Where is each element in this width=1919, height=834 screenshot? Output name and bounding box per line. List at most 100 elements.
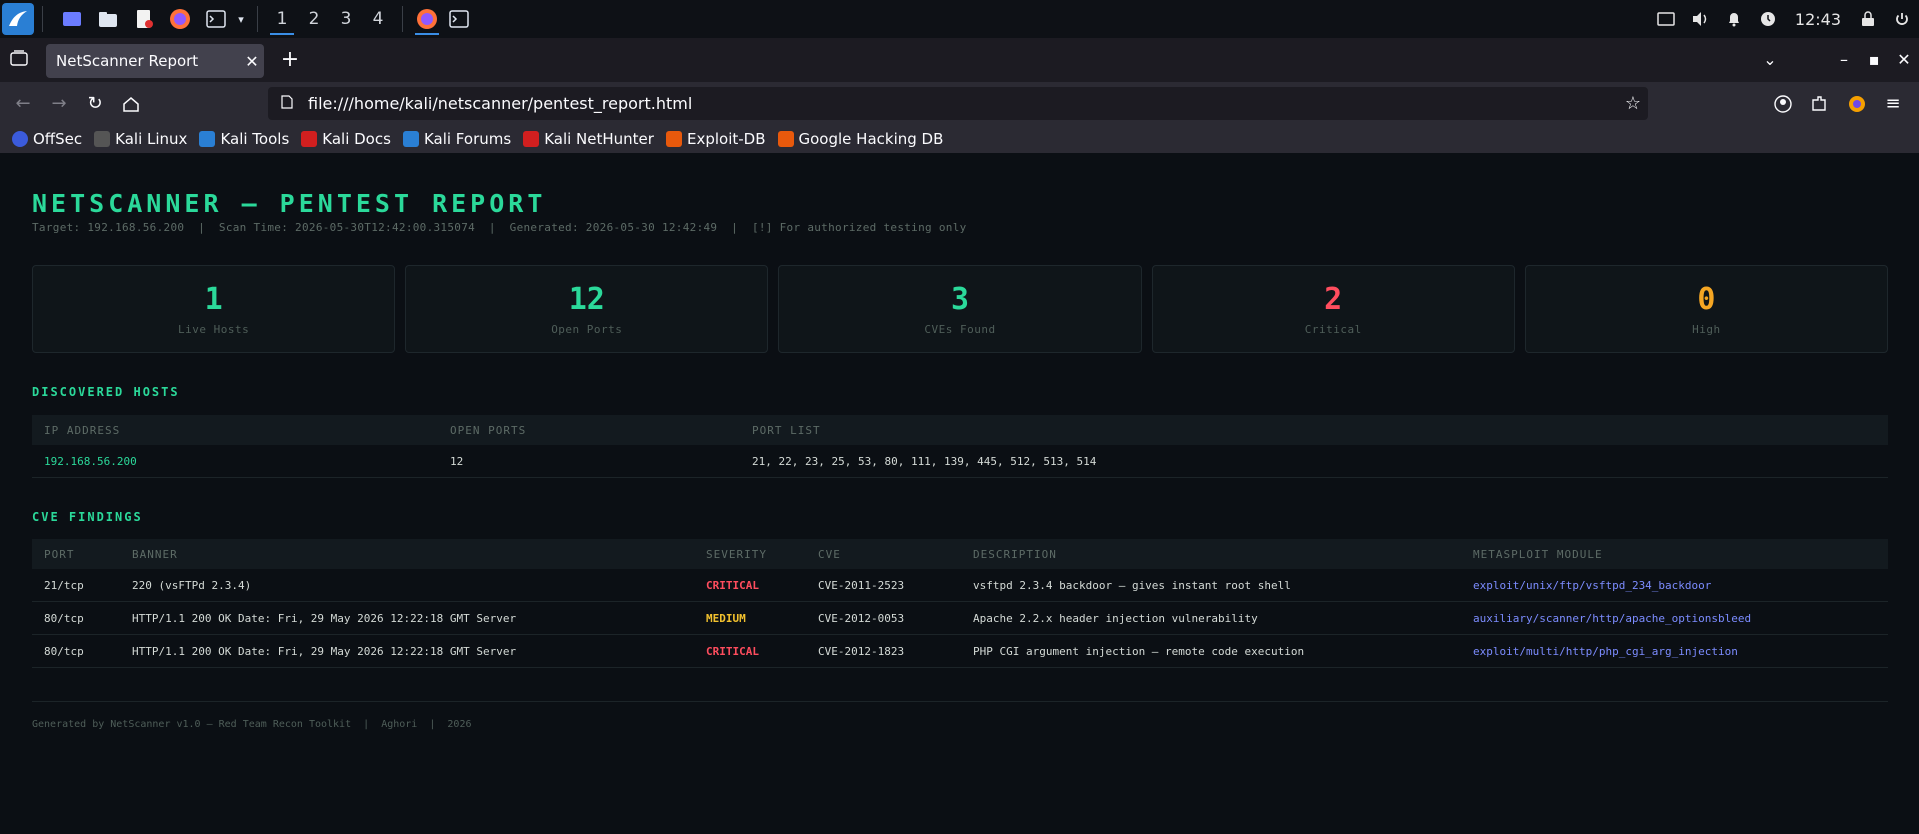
report-title: NETSCANNER — PENTEST REPORT xyxy=(32,189,547,218)
cve-id: CVE-2011-2523 xyxy=(806,569,961,602)
stat-value: 2 xyxy=(1324,282,1343,317)
bookmark-label: Exploit-DB xyxy=(686,130,766,148)
stat-label: Live Hosts xyxy=(177,323,250,336)
bookmark-label: Kali Forums xyxy=(423,130,512,148)
stat-value: 3 xyxy=(950,282,970,317)
firefox-window-button[interactable] xyxy=(411,0,443,38)
volume-icon[interactable] xyxy=(1683,0,1717,38)
column-header: SEVERITY xyxy=(694,539,806,569)
power-status-icon[interactable] xyxy=(1751,0,1785,38)
kali-nethunter-icon xyxy=(523,131,540,147)
column-header: PORT LIST xyxy=(740,415,1888,445)
home-button[interactable] xyxy=(118,91,144,117)
bookmark-offsec[interactable]: OffSec xyxy=(12,130,82,148)
kali-forums-icon xyxy=(402,131,419,147)
cve-port: 80/tcp xyxy=(32,634,120,668)
bookmark-kali-linux[interactable]: Kali Linux xyxy=(94,130,187,148)
tab-overflow-chevron-icon[interactable]: ⌄ xyxy=(1756,46,1784,74)
bookmark-label: Kali NetHunter xyxy=(544,130,654,148)
hosts-table: IP ADDRESS OPEN PORTS PORT LIST 192.168.… xyxy=(32,415,1888,478)
notification-bell-icon[interactable] xyxy=(1717,0,1751,38)
bookmark-kali-forums[interactable]: Kali Forums xyxy=(402,130,512,148)
offsec-icon xyxy=(12,131,28,147)
table-header-row: PORT BANNER SEVERITY CVE DESCRIPTION MET… xyxy=(32,539,1888,569)
close-window-button[interactable]: ✕ xyxy=(1890,46,1918,74)
stat-label: Critical xyxy=(1304,323,1362,336)
host-port-list: 21, 22, 23, 25, 53, 80, 111, 139, 445, 5… xyxy=(740,445,1888,478)
bookmark-label: Kali Linux xyxy=(115,130,188,148)
host-ip: 192.168.56.200 xyxy=(32,445,438,478)
stat-value: 1 xyxy=(204,282,223,317)
url-text[interactable]: file:///home/kali/netscanner/pentest_rep… xyxy=(308,94,1618,113)
chevron-down-icon[interactable]: ▾ xyxy=(233,4,249,34)
bookmark-kali-nethunter[interactable]: Kali NetHunter xyxy=(523,130,654,148)
exploit-db-icon xyxy=(665,131,682,147)
metasploit-module-link[interactable]: auxiliary/scanner/http/apache_optionsble… xyxy=(1461,601,1888,635)
firefox-icon[interactable] xyxy=(165,4,195,34)
display-icon[interactable] xyxy=(1649,0,1683,38)
cve-description: vsftpd 2.3.4 backdoor — gives instant ro… xyxy=(961,569,1461,602)
stat-value: 12 xyxy=(568,282,605,317)
list-all-tabs-icon[interactable] xyxy=(10,50,30,70)
text-editor-icon[interactable] xyxy=(129,4,159,34)
back-button[interactable]: ← xyxy=(10,91,36,117)
extensions-icon[interactable] xyxy=(1806,91,1832,117)
cve-description: Apache 2.2.x header injection vulnerabil… xyxy=(961,601,1461,635)
maximize-button[interactable]: ▪ xyxy=(1860,46,1888,74)
url-bar[interactable]: file:///home/kali/netscanner/pentest_rep… xyxy=(268,87,1648,120)
bookmark-google-hacking-db[interactable]: Google Hacking DB xyxy=(777,130,943,148)
reload-button[interactable]: ↻ xyxy=(82,91,108,117)
workspace-1[interactable]: 1 xyxy=(266,0,298,38)
bookmarks-toolbar: OffSec Kali Linux Kali Tools Kali Docs K… xyxy=(0,125,1919,153)
bookmark-label: Kali Docs xyxy=(322,130,391,148)
menu-icon[interactable]: ≡ xyxy=(1880,91,1906,117)
cve-table: PORT BANNER SEVERITY CVE DESCRIPTION MET… xyxy=(32,539,1888,668)
stats-cards: 1 Live Hosts 12 Open Ports 3 CVEs Found … xyxy=(32,265,1889,353)
column-header: PORT xyxy=(32,539,120,569)
bookmark-kali-docs[interactable]: Kali Docs xyxy=(301,130,391,148)
stat-card-cves-found: 3 CVEs Found xyxy=(778,265,1142,353)
kali-menu-icon[interactable] xyxy=(2,3,34,35)
bookmark-label: OffSec xyxy=(33,130,83,148)
page-icon xyxy=(276,94,298,113)
stat-value: 0 xyxy=(1697,282,1716,317)
account-icon[interactable] xyxy=(1770,91,1796,117)
close-tab-icon[interactable]: ✕ xyxy=(240,52,264,71)
workspace-4[interactable]: 4 xyxy=(362,0,394,38)
stat-label: High xyxy=(1692,323,1721,336)
minimize-button[interactable]: – xyxy=(1830,46,1858,74)
column-header: IP ADDRESS xyxy=(32,415,438,445)
terminal-window-button[interactable] xyxy=(443,0,475,38)
bookmark-star-icon[interactable]: ☆ xyxy=(1618,93,1648,114)
file-manager-icon[interactable] xyxy=(93,4,123,34)
cve-section-title: CVE FINDINGS xyxy=(32,510,143,524)
forward-button[interactable]: → xyxy=(46,91,72,117)
bookmark-kali-tools[interactable]: Kali Tools xyxy=(199,130,289,148)
report-footer: Generated by NetScanner v1.0 — Red Team … xyxy=(32,719,472,730)
metasploit-module-link[interactable]: exploit/unix/ftp/vsftpd_234_backdoor xyxy=(1461,569,1888,602)
report-meta: Target: 192.168.56.200 | Scan Time: 2026… xyxy=(32,221,967,234)
lock-icon[interactable] xyxy=(1851,0,1885,38)
stat-card-critical: 2 Critical xyxy=(1151,265,1515,353)
metasploit-module-link[interactable]: exploit/multi/http/php_cgi_arg_injection xyxy=(1461,634,1888,668)
severity-badge: CRITICAL xyxy=(694,569,806,602)
host-open-ports: 12 xyxy=(438,445,740,478)
workspace-3[interactable]: 3 xyxy=(330,0,362,38)
logout-icon[interactable] xyxy=(1885,0,1919,38)
report-page: NETSCANNER — PENTEST REPORT Target: 192.… xyxy=(0,153,1919,834)
desktop-icon[interactable] xyxy=(57,4,87,34)
taskbar: ▾ 1 2 3 4 12:43 xyxy=(0,0,1919,38)
bookmark-exploit-db[interactable]: Exploit-DB xyxy=(665,130,766,148)
profile-avatar-icon[interactable] xyxy=(1844,91,1870,117)
taskbar-separator xyxy=(402,6,403,32)
cve-id: CVE-2012-0053 xyxy=(806,601,961,635)
stat-label: CVEs Found xyxy=(924,323,996,336)
tab-netscanner-report[interactable]: NetScanner Report ✕ xyxy=(46,44,264,78)
clock[interactable]: 12:43 xyxy=(1785,10,1851,29)
new-tab-button[interactable]: + xyxy=(278,48,302,72)
browser-nav-bar: ← → ↻ file:///home/kali/netscanner/pente… xyxy=(0,82,1919,125)
workspace-2[interactable]: 2 xyxy=(298,0,330,38)
kali-docs-icon xyxy=(301,131,318,147)
stat-card-high: 0 High xyxy=(1524,265,1889,353)
terminal-icon[interactable] xyxy=(201,4,231,34)
